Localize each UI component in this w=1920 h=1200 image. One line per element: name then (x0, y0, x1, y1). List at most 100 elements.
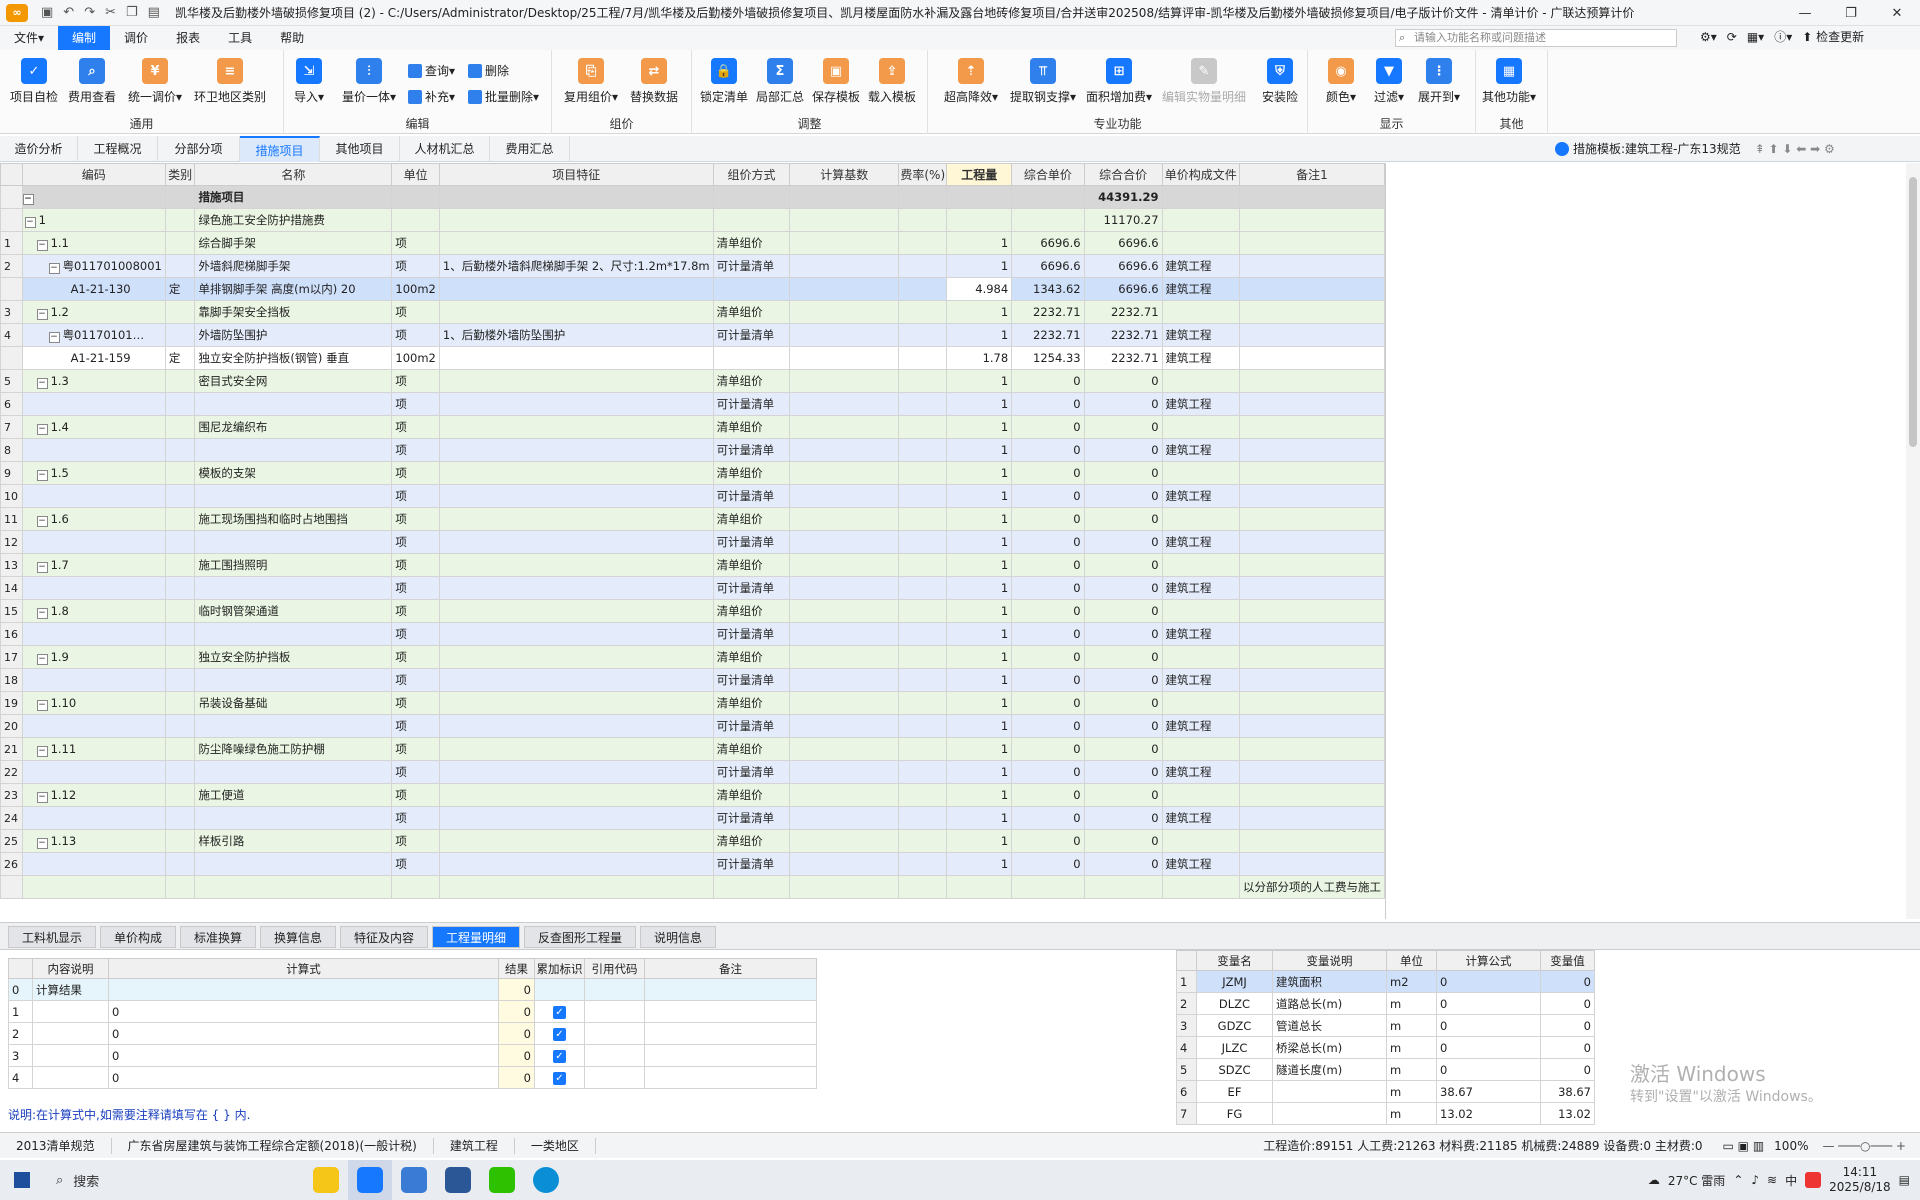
btab-standard-conversion[interactable]: 标准换算 (180, 926, 256, 948)
detail-accumulate[interactable]: ✓ (534, 1066, 585, 1089)
cell-total[interactable]: 0 (1083, 530, 1163, 554)
cell-base[interactable] (789, 369, 900, 393)
cell-name[interactable]: 单排钢脚手架 高度(m以内) 20 (194, 277, 393, 301)
cell-name[interactable]: 独立安全防护挡板(钢管) 垂直 (194, 346, 393, 370)
cell-base[interactable] (789, 323, 900, 347)
cell-note[interactable] (1238, 392, 1385, 416)
var-expr[interactable]: 0 (1436, 1036, 1541, 1059)
cell-qty[interactable]: 1 (946, 599, 1013, 623)
project-check-button[interactable]: ✓ 项目自检 (10, 58, 58, 105)
cut-icon[interactable]: ✂ (105, 5, 116, 20)
cell-total[interactable]: 2232.71 (1083, 346, 1163, 370)
var-val[interactable]: 13.02 (1540, 1102, 1595, 1125)
cell-base[interactable] (789, 415, 900, 439)
var-val[interactable]: 0 (1540, 970, 1595, 993)
cell-feat[interactable] (438, 185, 714, 209)
cell-base[interactable] (789, 737, 900, 761)
cell-base[interactable] (789, 875, 900, 899)
cell-price[interactable]: 0 (1011, 599, 1085, 623)
table-row[interactable]: 11−1.6 施工现场围挡和临时占地围挡项清单组价 1 0 0 (0, 507, 1385, 531)
cell-qty[interactable]: 1 (946, 668, 1013, 692)
cell-mode[interactable]: 可计量清单 (712, 392, 791, 416)
wechat-icon[interactable] (480, 1160, 524, 1200)
cell-feat[interactable] (438, 346, 714, 370)
cell-rate[interactable] (898, 645, 948, 669)
cell-file[interactable]: 建筑工程 (1161, 852, 1240, 876)
cell-mode[interactable]: 可计量清单 (712, 530, 791, 554)
cell-file[interactable] (1161, 507, 1240, 531)
load-template-button[interactable]: ⇪ 载入模板 (868, 58, 916, 105)
cell-base[interactable] (789, 231, 900, 255)
var-val[interactable]: 0 (1540, 1014, 1595, 1037)
cell-note[interactable] (1238, 806, 1385, 830)
redo-icon[interactable]: ↷ (84, 5, 95, 20)
cell-unit[interactable]: 项 (391, 392, 440, 416)
cell-code[interactable]: − 粤011701008001 (21, 254, 166, 278)
collapse-toggle-icon[interactable]: − (36, 699, 48, 711)
cell-mode[interactable]: 可计量清单 (712, 576, 791, 600)
cell-qty[interactable]: 1 (946, 530, 1013, 554)
variable-row[interactable]: 1 JZMJ 建筑面积 m2 0 0 (1176, 970, 1595, 993)
cell-rate[interactable] (898, 829, 948, 853)
btab-labor-material[interactable]: 工料机显示 (8, 926, 96, 948)
col-rate[interactable]: 费率(%) (898, 163, 948, 186)
cell-name[interactable] (194, 852, 393, 876)
sanitation-area-button[interactable]: ≡ 环卫地区类别 (194, 58, 266, 105)
cell-unit[interactable]: 项 (391, 829, 440, 853)
cell-mode[interactable]: 可计量清单 (712, 323, 791, 347)
table-row[interactable]: 25−1.13 样板引路项清单组价 1 0 0 (0, 829, 1385, 853)
cell-code[interactable]: −1.8 (21, 599, 166, 623)
cell-unit[interactable]: 项 (391, 507, 440, 531)
detail-expr[interactable]: 0 (108, 1066, 499, 1089)
cell-code[interactable] (21, 622, 166, 646)
cell-file[interactable] (1161, 553, 1240, 577)
cell-file[interactable] (1161, 691, 1240, 715)
cell-rate[interactable] (898, 323, 948, 347)
cell-code[interactable]: −1.13 (21, 829, 166, 853)
var-desc[interactable]: 隧道长度(m) (1272, 1058, 1387, 1081)
cell-unit[interactable]: 项 (391, 530, 440, 554)
zoom-slider[interactable]: — ───○─── + (1822, 1139, 1920, 1153)
cell-qty[interactable]: 1 (946, 622, 1013, 646)
cell-base[interactable] (789, 461, 900, 485)
cell-code[interactable] (21, 392, 166, 416)
detail-expr[interactable]: 0 (108, 1000, 499, 1023)
edge-icon[interactable] (524, 1160, 568, 1200)
collapse-toggle-icon[interactable]: − (23, 193, 34, 205)
cell-unit[interactable]: 项 (391, 737, 440, 761)
col-feature[interactable]: 项目特征 (438, 163, 714, 186)
var-desc[interactable]: 道路总长(m) (1272, 992, 1387, 1015)
detail-row[interactable]: 3 0 0 ✓ (8, 1044, 817, 1067)
cell-total[interactable]: 6696.6 (1083, 254, 1163, 278)
detail-remark[interactable] (644, 1000, 817, 1023)
variable-row[interactable]: 3 GDZC 管道总长 m 0 0 (1176, 1014, 1595, 1037)
cell-feat[interactable] (438, 277, 714, 301)
cell-note[interactable] (1238, 829, 1385, 853)
cell-mode[interactable]: 清单组价 (712, 645, 791, 669)
cell-qty[interactable]: 1 (946, 553, 1013, 577)
cell-price[interactable]: 0 (1011, 852, 1085, 876)
cell-code[interactable] (21, 530, 166, 554)
cell-total[interactable]: 0 (1083, 737, 1163, 761)
cell-mode[interactable]: 清单组价 (712, 415, 791, 439)
cell-unit[interactable]: 项 (391, 645, 440, 669)
cell-unit[interactable]: 项 (391, 691, 440, 715)
cell-price[interactable]: 0 (1011, 783, 1085, 807)
cell-note[interactable] (1238, 346, 1385, 370)
cell-rate[interactable] (898, 714, 948, 738)
cell-rate[interactable] (898, 806, 948, 830)
glodon-app-icon[interactable] (348, 1160, 392, 1200)
cell-total[interactable]: 6696.6 (1083, 277, 1163, 301)
cell-code[interactable] (21, 668, 166, 692)
cell-rate[interactable] (898, 507, 948, 531)
cell-base[interactable] (789, 576, 900, 600)
btab-unit-price[interactable]: 单价构成 (100, 926, 176, 948)
tab-divisional-items[interactable]: 分部分项 (158, 136, 240, 162)
cell-total[interactable]: 0 (1083, 645, 1163, 669)
var-unit[interactable]: m2 (1386, 970, 1437, 993)
cell-qty[interactable]: 1 (946, 806, 1013, 830)
other-functions-button[interactable]: ▦ 其他功能▾ (1482, 58, 1536, 105)
cell-unit[interactable]: 项 (391, 852, 440, 876)
cell-unit[interactable]: 100m2 (391, 346, 440, 370)
table-row[interactable]: 3−1.2 靠脚手架安全挡板项清单组价 1 2232.71 2232.71 (0, 300, 1385, 324)
